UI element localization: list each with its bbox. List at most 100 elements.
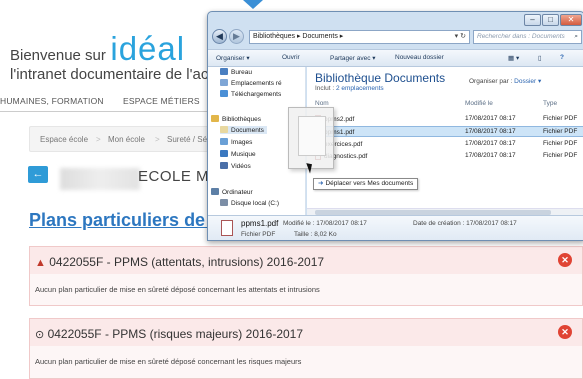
nav-images[interactable]: Images	[220, 138, 252, 146]
redacted-school-name	[60, 168, 140, 190]
file-modified: 17/08/2017 08:17	[465, 152, 516, 159]
breadcrumb-espace-ecole[interactable]: Espace école	[40, 135, 88, 144]
details-created: Date de création : 17/08/2017 08:17	[413, 220, 517, 227]
pdf-file-icon	[221, 220, 233, 236]
horizontal-scrollbar[interactable]	[307, 208, 583, 215]
close-icon[interactable]: ✕	[558, 325, 572, 339]
organize-menu[interactable]: Organiser ▾	[216, 54, 250, 62]
file-modified: 17/08/2017 08:17	[465, 128, 516, 135]
welcome-header: Bienvenue sur idéal l'intranet documenta…	[10, 30, 215, 83]
close-window-button[interactable]: ✕	[560, 14, 582, 26]
panel-header: ⊙ 0422055F - PPMS (risques majeurs) 2016…	[30, 319, 582, 346]
nav-bibliotheques-label: Bibliothèques	[222, 116, 262, 123]
forward-arrow-icon[interactable]: ▶	[229, 29, 244, 44]
file-list-pane: Bibliothèque Documents Inclut : 2 emplac…	[307, 67, 583, 222]
column-header-type[interactable]: Type	[543, 100, 557, 107]
libraries-icon	[211, 115, 219, 122]
nav-disque-local[interactable]: Disque local (C:)	[220, 199, 279, 207]
images-icon	[220, 138, 228, 145]
breadcrumb-separator: >	[96, 135, 101, 144]
library-title: Bibliothèque Documents	[315, 71, 446, 85]
explorer-window: – □ ✕ ◀ ▶ Bibliothèques ▸ Documents ▸ ▾ …	[207, 11, 583, 241]
search-input[interactable]: Rechercher dans : Documents ⌕	[473, 30, 582, 44]
nav-telechargements[interactable]: Téléchargements	[220, 90, 281, 98]
address-path: Bibliothèques ▸ Documents ▸	[253, 33, 344, 40]
column-header-name[interactable]: Nom	[315, 100, 329, 107]
arrow-left-icon: ←	[32, 168, 44, 180]
details-pane: ppms1.pdf Modifié le : 17/08/2017 08:17 …	[208, 215, 583, 240]
file-row[interactable]: exercices.pdf 17/08/2017 08:17 Fichier P…	[307, 139, 583, 150]
drag-tooltip-text: Déplacer vers Mes documents	[325, 180, 414, 187]
ppms-panel-attentats: ▲ 0422055F - PPMS (attentats, intrusions…	[29, 246, 583, 306]
drag-tooltip: ➜ Déplacer vers Mes documents	[313, 178, 419, 190]
file-type: Fichier PDF	[543, 128, 578, 135]
arrange-by-dropdown[interactable]: Dossier ▾	[514, 78, 541, 85]
warning-icon: ▲	[35, 257, 46, 269]
library-subtitle: Inclut : 2 emplacements	[315, 85, 384, 92]
file-type: Fichier PDF	[543, 152, 578, 159]
command-toolbar: Organiser ▾ Ouvrir Partager avec ▾ Nouve…	[208, 49, 583, 67]
file-modified: 17/08/2017 08:17	[465, 140, 516, 147]
nav-disque-local-label: Disque local (C:)	[231, 200, 280, 207]
file-row[interactable]: diagnostics.pdf 17/08/2017 08:17 Fichier…	[307, 151, 583, 162]
search-placeholder: Rechercher dans : Documents	[477, 33, 565, 40]
panel-title: ▲ 0422055F - PPMS (attentats, intrusions…	[35, 255, 324, 269]
library-locations-link[interactable]: 2 emplacements	[336, 85, 384, 92]
nav-documents[interactable]: Documents	[220, 126, 267, 134]
preview-pane-icon[interactable]: ▯	[538, 54, 542, 62]
nav-videos[interactable]: Vidéos	[220, 162, 251, 170]
documents-icon	[220, 126, 228, 133]
breadcrumb-mon-ecole[interactable]: Mon école	[108, 135, 145, 144]
move-arrow-icon: ➜	[318, 180, 324, 187]
panel-title: ⊙ 0422055F - PPMS (risques majeurs) 2016…	[35, 327, 303, 341]
minimize-button[interactable]: –	[524, 14, 541, 26]
computer-icon	[211, 188, 219, 195]
library-subtitle-prefix: Inclut :	[315, 85, 335, 92]
ideal-logo: idéal	[110, 30, 186, 67]
breadcrumb-separator: >	[155, 135, 160, 144]
nav-bureau[interactable]: Bureau	[220, 68, 252, 76]
nav-emplacements[interactable]: Emplacements ré	[220, 79, 282, 87]
nav-images-label: Images	[231, 139, 253, 146]
arrange-by: Organiser par : Dossier ▾	[469, 77, 541, 85]
back-button[interactable]: ←	[28, 166, 48, 183]
navigation-bar: ◀ ▶ Bibliothèques ▸ Documents ▸ ▾ ↻ Rech…	[208, 27, 583, 47]
details-type: Fichier PDF	[241, 231, 276, 238]
help-icon[interactable]: ?	[560, 54, 564, 61]
file-row[interactable]: ppms2.pdf 17/08/2017 08:17 Fichier PDF	[307, 114, 583, 125]
back-arrow-icon[interactable]: ◀	[212, 29, 227, 44]
file-row-selected[interactable]: ppms1.pdf 17/08/2017 08:17 Fichier PDF	[307, 126, 583, 137]
nav-musique-label: Musique	[231, 151, 256, 158]
ppms-panel-risques-majeurs: ⊙ 0422055F - PPMS (risques majeurs) 2016…	[29, 318, 583, 379]
new-folder-button[interactable]: Nouveau dossier	[395, 54, 444, 61]
nav-musique[interactable]: Musique	[220, 150, 256, 158]
drag-preview	[288, 107, 334, 169]
file-type: Fichier PDF	[543, 140, 578, 147]
address-bar[interactable]: Bibliothèques ▸ Documents ▸ ▾ ↻	[249, 30, 470, 44]
view-options-icon[interactable]: ▦ ▾	[508, 54, 519, 62]
music-icon	[220, 150, 228, 157]
welcome-text: Bienvenue sur	[10, 47, 106, 64]
desktop-icon	[220, 68, 228, 75]
breadcrumb-surete[interactable]: Sureté / Séc	[167, 135, 211, 144]
column-header-modified[interactable]: Modifié le	[465, 100, 493, 107]
scroll-up-arrow-icon[interactable]	[243, 0, 263, 9]
nav-emplacements-label: Emplacements ré	[231, 80, 282, 87]
power-icon: ⊙	[35, 329, 45, 341]
nav-bibliotheques[interactable]: Bibliothèques	[211, 115, 261, 123]
open-button[interactable]: Ouvrir	[282, 54, 300, 61]
nav-ordinateur[interactable]: Ordinateur	[211, 188, 253, 196]
nav-item-formation[interactable]: HUMAINES, FORMATION	[0, 96, 104, 106]
file-type: Fichier PDF	[543, 115, 578, 122]
share-menu[interactable]: Partager avec ▾	[330, 54, 376, 62]
plans-title: Plans particuliers de mi	[29, 210, 232, 230]
nav-ordinateur-label: Ordinateur	[222, 189, 253, 196]
nav-item-espace-metiers[interactable]: ESPACE MÉTIERS	[123, 96, 200, 106]
nav-telechargements-label: Téléchargements	[231, 91, 282, 98]
search-icon: ⌕	[574, 33, 578, 40]
close-icon[interactable]: ✕	[558, 253, 572, 267]
hard-drive-icon	[220, 199, 228, 206]
maximize-button[interactable]: □	[542, 14, 559, 26]
arrange-by-label: Organiser par :	[469, 78, 513, 85]
refresh-icon[interactable]: ▾ ↻	[455, 31, 466, 43]
